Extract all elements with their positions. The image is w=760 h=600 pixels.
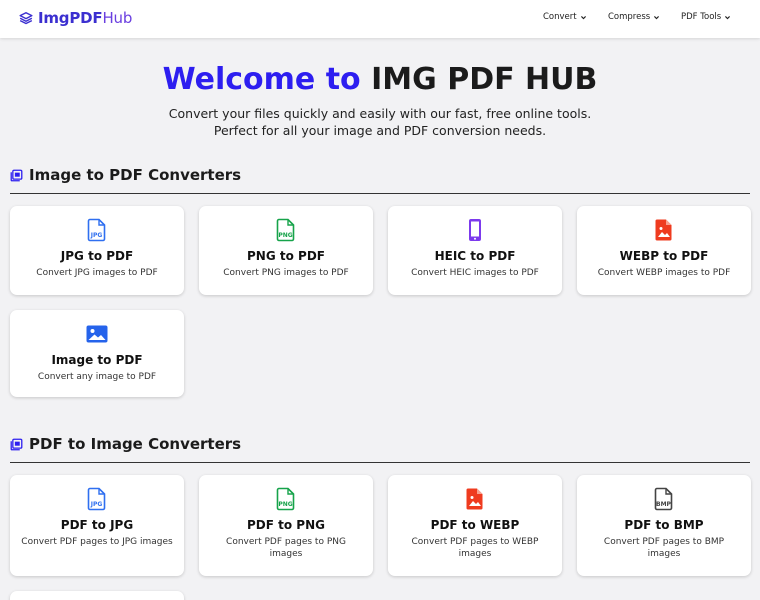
layers-icon	[19, 12, 33, 25]
section-title: Image to PDF Converters	[29, 166, 242, 184]
nav-pdf-tools-dropdown[interactable]: PDF Tools	[681, 12, 731, 22]
svg-text:PNG: PNG	[278, 501, 292, 508]
card-title: Image to PDF	[51, 353, 143, 367]
card-description: Convert PDF pages to BMP images	[603, 537, 725, 559]
card-pdf-to-bmp[interactable]: BMP PDF to BMP Convert PDF pages to BMP …	[577, 475, 751, 576]
image-file-icon	[655, 219, 672, 241]
jpg-file-icon: JPG	[87, 218, 106, 242]
image-icon	[86, 325, 108, 343]
card-pdf-to-png[interactable]: PNG PDF to PNG Convert PDF pages to PNG …	[199, 475, 373, 576]
card-title: JPG to PDF	[60, 249, 134, 263]
card-pdf-to-webp[interactable]: PDF to WEBP Convert PDF pages to WEBP im…	[388, 475, 562, 576]
card-pdf-to-jpg[interactable]: JPG PDF to JPG Convert PDF pages to JPG …	[10, 475, 184, 576]
image-file-icon	[466, 488, 483, 510]
svg-text:JPG: JPG	[90, 232, 103, 239]
card-title: HEIC to PDF	[434, 249, 516, 263]
card-webp-to-pdf[interactable]: WEBP to PDF Convert WEBP images to PDF	[577, 206, 751, 295]
chevron-down-icon	[580, 15, 586, 19]
card-title: PDF to JPG	[60, 518, 134, 532]
section-image-to-pdf-heading: Image to PDF Converters	[10, 166, 750, 194]
card-description: Convert HEIC images to PDF	[411, 268, 539, 278]
nav-convert-dropdown[interactable]: Convert	[543, 12, 587, 22]
png-file-icon: PNG	[276, 218, 295, 242]
card-description: Convert PDF pages to PNG images	[226, 537, 346, 559]
page-subtitle: Convert your files quickly and easily wi…	[168, 106, 592, 138]
collection-icon	[10, 438, 23, 451]
card-title: PDF to PNG	[247, 518, 325, 532]
svg-text:JPG: JPG	[90, 501, 103, 508]
card-title: PNG to PDF	[247, 249, 325, 263]
card-title: WEBP to PDF	[619, 249, 709, 263]
svg-text:PNG: PNG	[278, 232, 292, 239]
nav-pdf-tools-label: PDF Tools	[681, 12, 722, 22]
card-description: Convert PDF pages to JPG images	[21, 537, 173, 547]
brand-name: ImgPDFHub	[38, 9, 133, 27]
jpg-file-icon: JPG	[87, 487, 106, 511]
card-title: PDF to WEBP	[430, 518, 520, 532]
chevron-down-icon	[725, 15, 731, 19]
card-image-to-pdf[interactable]: Image to PDF Convert any image to PDF	[10, 310, 184, 397]
card-partial[interactable]	[10, 591, 184, 600]
card-description: Convert JPG images to PDF	[36, 268, 158, 278]
card-description: Convert WEBP images to PDF	[597, 268, 731, 278]
card-jpg-to-pdf[interactable]: JPG JPG to PDF Convert JPG images to PDF	[10, 206, 184, 295]
nav-compress-dropdown[interactable]: Compress	[608, 12, 660, 22]
phone-icon	[469, 219, 481, 241]
page-title: Welcome to IMG PDF HUB	[162, 62, 598, 97]
svg-text:BMP: BMP	[656, 501, 672, 508]
card-description: Convert any image to PDF	[37, 372, 157, 382]
card-title: PDF to BMP	[624, 518, 704, 532]
chevron-down-icon	[654, 15, 660, 19]
png-file-icon: PNG	[276, 487, 295, 511]
card-heic-to-pdf[interactable]: HEIC to PDF Convert HEIC images to PDF	[388, 206, 562, 295]
card-png-to-pdf[interactable]: PNG PNG to PDF Convert PNG images to PDF	[199, 206, 373, 295]
nav-convert-label: Convert	[543, 12, 577, 22]
collection-icon	[10, 169, 23, 182]
card-description: Convert PDF pages to WEBP images	[411, 537, 539, 559]
brand-logo-link[interactable]: ImgPDFHub	[19, 9, 132, 27]
section-title: PDF to Image Converters	[29, 435, 242, 453]
bmp-file-icon: BMP	[654, 487, 673, 511]
section-pdf-to-image-heading: PDF to Image Converters	[10, 435, 750, 463]
nav-compress-label: Compress	[608, 12, 651, 22]
card-description: Convert PNG images to PDF	[223, 268, 349, 278]
top-navbar: ImgPDFHub Convert Compress PDF Tools	[0, 0, 760, 38]
